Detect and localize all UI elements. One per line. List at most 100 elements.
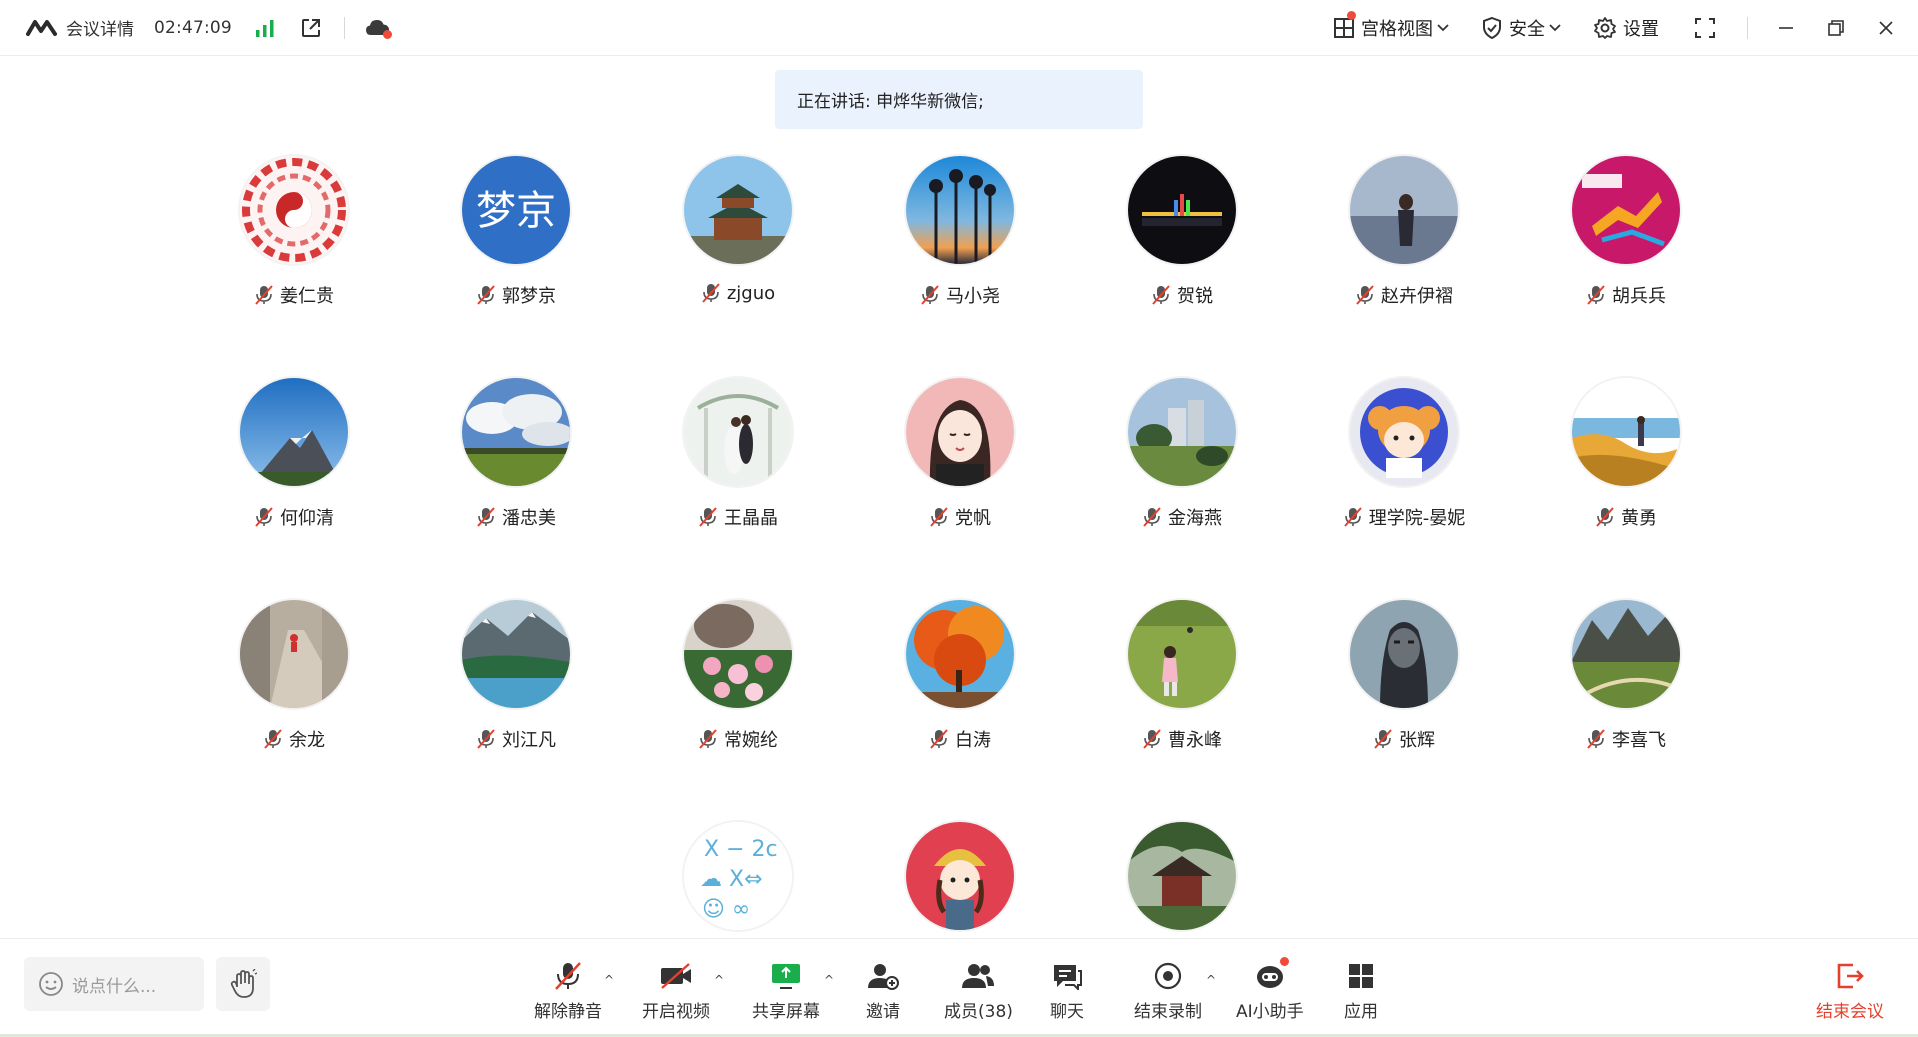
participant-name: 潘忠美 (502, 508, 556, 529)
video-options-caret[interactable]: ^ (714, 973, 724, 987)
end-meeting-label: 结束会议 (1816, 1002, 1884, 1022)
participant-tile[interactable]: 胡兵兵 (1526, 156, 1726, 346)
gallery-view-button[interactable]: 宫格视图 (1333, 10, 1455, 41)
participant-tile[interactable]: 理学院-晏妮 (1304, 378, 1504, 568)
mic-muted-icon (555, 962, 581, 990)
mic-muted-icon (930, 507, 948, 527)
participant-tile[interactable] (860, 822, 1060, 940)
participant-name: 马小尧 (946, 286, 1000, 307)
mic-muted-icon (477, 729, 495, 749)
participant-name: 姜仁贵 (280, 286, 334, 307)
members-button[interactable]: 成员(38) (944, 961, 1013, 1022)
participant-tile[interactable]: 党帆 (860, 378, 1060, 568)
participant-avatar (1128, 156, 1236, 264)
invite-label: 邀请 (866, 1002, 900, 1022)
mic-muted-icon (699, 729, 717, 749)
participant-tile[interactable]: 梦京 郭梦京 (416, 156, 616, 346)
cloud-recording-icon[interactable] (365, 15, 392, 41)
divider (343, 16, 345, 39)
mic-muted-icon (1143, 507, 1161, 527)
participant-tile[interactable]: zjguo (638, 156, 838, 346)
participant-avatar (1572, 156, 1680, 264)
invite-button[interactable]: 邀请 (866, 961, 900, 1022)
chat-label: 聊天 (1050, 1002, 1084, 1022)
participant-tile[interactable]: 王晶晶 (638, 378, 838, 568)
exit-icon (1837, 963, 1864, 989)
close-icon[interactable] (1874, 16, 1898, 40)
mic-muted-icon (702, 283, 720, 303)
mic-muted-icon (1152, 285, 1170, 305)
mic-muted-icon (1587, 729, 1605, 749)
start-video-label: 开启视频 (642, 1002, 710, 1022)
camera-off-icon (661, 963, 691, 989)
stop-recording-button[interactable]: 结束录制 (1134, 961, 1202, 1022)
participant-tile[interactable] (1082, 822, 1282, 940)
participant-name: 何仰清 (280, 508, 334, 529)
meeting-details-link[interactable]: 会议详情 (66, 15, 134, 40)
participant-tile[interactable]: 李喜飞 (1526, 600, 1726, 790)
participant-avatar (906, 822, 1014, 930)
participant-name: 张辉 (1399, 730, 1435, 751)
participant-name: 白涛 (955, 730, 991, 751)
apps-icon (1349, 964, 1373, 988)
end-meeting-button[interactable]: 结束会议 (1816, 961, 1884, 1022)
chat-placeholder: 说点什么... (72, 976, 157, 997)
participant-name: 金海燕 (1168, 508, 1222, 529)
chat-input[interactable]: 说点什么... (24, 957, 204, 1011)
participant-tile[interactable]: 黄勇 (1526, 378, 1726, 568)
unmute-button[interactable]: 解除静音 (534, 961, 602, 1022)
participant-tile[interactable]: 张辉 (1304, 600, 1504, 790)
pop-out-icon[interactable] (298, 15, 324, 41)
participant-name: 党帆 (955, 508, 991, 529)
participant-tile[interactable]: 常婉纶 (638, 600, 838, 790)
participant-tile[interactable]: 刘江凡 (416, 600, 616, 790)
participant-name: 曹永峰 (1168, 730, 1222, 751)
participant-tile[interactable]: 马小尧 (860, 156, 1060, 346)
recording-options-caret[interactable]: ^ (1206, 973, 1216, 987)
security-label: 安全 (1509, 18, 1545, 40)
avatar-initials: 梦京 (476, 188, 556, 234)
members-icon (962, 964, 995, 988)
chat-button[interactable]: 聊天 (1050, 961, 1084, 1022)
participant-tile[interactable]: 贺锐 (1082, 156, 1282, 346)
mic-muted-icon (1356, 285, 1374, 305)
start-video-button[interactable]: 开启视频 (642, 961, 710, 1022)
participant-tile[interactable]: 曹永峰 (1082, 600, 1282, 790)
participant-name: 赵卉伊褶 (1381, 286, 1453, 307)
ai-assistant-label: AI小助手 (1236, 1002, 1304, 1022)
participant-avatar: X − 2c ☁ X⇔ ☺ ∞ (684, 822, 792, 930)
participant-avatar (1350, 378, 1458, 486)
participant-tile[interactable]: 姜仁贵 (194, 156, 394, 346)
share-screen-button[interactable]: 共享屏幕 (752, 961, 820, 1022)
participant-tile[interactable]: 赵卉伊褶 (1304, 156, 1504, 346)
recording-icon (1154, 962, 1182, 990)
participant-grid: 姜仁贵 梦京 郭梦京 zjguo 马小尧 贺锐 赵卉伊褶 胡兵兵 何仰清 潘忠美… (0, 150, 1918, 940)
participant-avatar (240, 600, 348, 708)
mic-muted-icon (1374, 729, 1392, 749)
emoji-icon[interactable] (38, 971, 64, 997)
participant-tile[interactable]: 白涛 (860, 600, 1060, 790)
mic-muted-icon (1587, 285, 1605, 305)
shield-icon (1483, 16, 1501, 39)
participant-tile[interactable]: X − 2c ☁ X⇔ ☺ ∞ (638, 822, 838, 940)
participant-tile[interactable]: 余龙 (194, 600, 394, 790)
participant-name: 王晶晶 (724, 508, 778, 529)
signal-strength-icon[interactable] (252, 15, 278, 41)
share-options-caret[interactable]: ^ (824, 973, 834, 987)
share-screen-icon (772, 964, 800, 989)
add-person-icon (868, 964, 899, 990)
audio-options-caret[interactable]: ^ (604, 973, 614, 987)
fullscreen-icon[interactable] (1693, 16, 1717, 40)
mic-muted-icon (1344, 507, 1362, 527)
security-button[interactable]: 安全 (1481, 15, 1567, 41)
minimize-icon[interactable] (1774, 16, 1798, 40)
ai-assistant-button[interactable]: AI小助手 (1236, 957, 1304, 1022)
participant-tile[interactable]: 潘忠美 (416, 378, 616, 568)
chevron-down-icon (1437, 23, 1449, 31)
participant-tile[interactable]: 何仰清 (194, 378, 394, 568)
raise-hand-button[interactable] (216, 957, 270, 1011)
settings-button[interactable]: 设置 (1593, 15, 1659, 41)
restore-icon[interactable] (1824, 16, 1848, 40)
apps-button[interactable]: 应用 (1344, 961, 1378, 1022)
participant-tile[interactable]: 金海燕 (1082, 378, 1282, 568)
